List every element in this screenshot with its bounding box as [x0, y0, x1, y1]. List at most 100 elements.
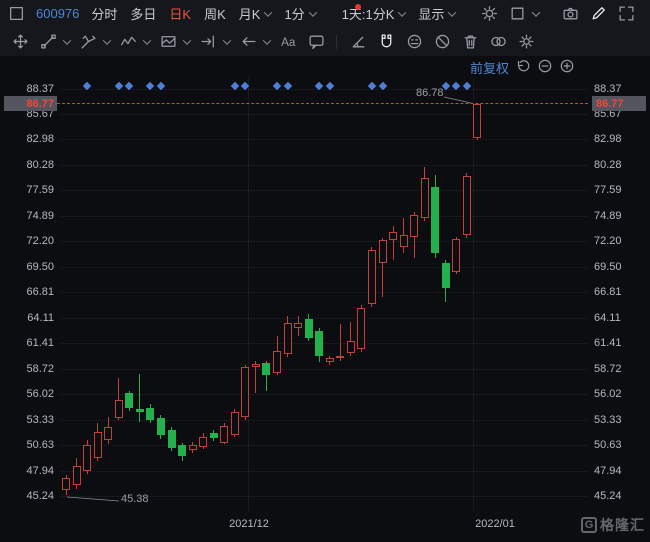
candle-body [73, 466, 81, 485]
candle-body [83, 445, 91, 471]
candle-body [115, 400, 123, 418]
y-axis-tick-right: 61.41 [594, 337, 646, 349]
y-axis-tick-right: 74.89 [594, 210, 646, 222]
candle-body [157, 418, 165, 435]
y-axis-tick-left: 64.11 [2, 312, 54, 324]
y-axis-tick-right: 50.63 [594, 439, 646, 451]
candle-body [94, 432, 102, 458]
h-gridline [60, 89, 587, 90]
candle-body [357, 308, 365, 349]
h-gridline [60, 471, 587, 472]
candle-body [262, 363, 270, 375]
y-axis-tick-left: 56.02 [2, 388, 54, 400]
watermark: G 格隆汇 [581, 515, 645, 535]
candle-body [104, 427, 112, 439]
current-price-badge-left: 86.77 [4, 96, 57, 111]
last-price-line [57, 103, 588, 104]
h-gridline [60, 318, 587, 319]
candle-body [315, 331, 323, 356]
y-axis-tick-left: 53.33 [2, 414, 54, 426]
y-axis-tick-left: 50.63 [2, 439, 54, 451]
y-axis-tick-right: 69.50 [594, 261, 646, 273]
y-axis-tick-right: 58.72 [594, 363, 646, 375]
candle-body [305, 319, 313, 338]
candle-body [168, 430, 176, 448]
h-gridline [60, 445, 587, 446]
candle-body [231, 412, 239, 435]
candle-body [189, 445, 197, 450]
candle-body [410, 215, 418, 237]
h-gridline [60, 114, 587, 115]
candle-body [220, 426, 228, 443]
x-axis-label-dec: 2021/12 [219, 518, 279, 530]
h-gridline [60, 216, 587, 217]
y-axis-tick-left: 69.50 [2, 261, 54, 273]
candle-body [336, 356, 344, 359]
candle-body [294, 323, 302, 329]
y-axis-tick-left: 80.28 [2, 159, 54, 171]
watermark-brand: 格隆汇 [600, 515, 645, 535]
y-axis-tick-left: 82.98 [2, 133, 54, 145]
candle-body [326, 358, 334, 362]
y-axis-tick-left: 74.89 [2, 210, 54, 222]
candle-body [400, 235, 408, 247]
watermark-logo: G [581, 517, 597, 533]
y-axis-tick-right: 77.59 [594, 184, 646, 196]
candle-body [125, 393, 133, 407]
high-price-annotation: 86.78 [416, 87, 444, 99]
chart-window: 600976 分时 多日 日K 周K 月K 1分 1天:1分K 显示 VS F1… [0, 0, 650, 542]
candle-body [136, 409, 144, 413]
candle-body [473, 104, 481, 139]
candle-body [199, 437, 207, 447]
y-axis-tick-right: 56.02 [594, 388, 646, 400]
y-axis-tick-right: 88.37 [594, 83, 646, 95]
y-axis-tick-right: 53.33 [594, 414, 646, 426]
candle-body [252, 364, 260, 367]
y-axis-tick-right: 66.81 [594, 286, 646, 298]
candle-body [210, 433, 218, 438]
y-axis-tick-right: 80.28 [594, 159, 646, 171]
plot-area[interactable]: 88.3788.3785.6785.6782.9882.9880.2880.28… [0, 0, 650, 542]
y-axis-tick-left: 66.81 [2, 286, 54, 298]
v-gridline [473, 78, 474, 512]
x-axis-label-jan: 2022/01 [465, 518, 525, 530]
candle-body [452, 239, 460, 271]
v-gridline [248, 78, 249, 512]
y-axis-tick-right: 72.20 [594, 235, 646, 247]
y-axis-tick-right: 82.98 [594, 133, 646, 145]
y-axis-tick-left: 58.72 [2, 363, 54, 375]
low-price-annotation: 45.38 [121, 493, 149, 505]
h-gridline [60, 369, 587, 370]
current-price-badge-right: 86.77 [592, 96, 646, 111]
y-axis-tick-left: 47.94 [2, 465, 54, 477]
candle-body [347, 341, 355, 353]
h-gridline [60, 139, 587, 140]
y-axis-tick-right: 47.94 [594, 465, 646, 477]
candle-wick [139, 374, 140, 422]
candle-body [463, 176, 471, 235]
y-axis-tick-left: 61.41 [2, 337, 54, 349]
y-axis-tick-right: 45.24 [594, 490, 646, 502]
candle-body [178, 445, 186, 455]
candle-body [368, 250, 376, 304]
candle-body [146, 408, 154, 420]
h-gridline [60, 165, 587, 166]
candle-body [431, 187, 439, 252]
candle-body [241, 367, 249, 417]
candle-body [273, 351, 281, 373]
h-gridline [60, 292, 587, 293]
h-gridline [60, 241, 587, 242]
h-gridline [60, 343, 587, 344]
candle-body [442, 263, 450, 288]
y-axis-tick-left: 88.37 [2, 83, 54, 95]
candle-body [421, 178, 429, 218]
y-axis-tick-left: 72.20 [2, 235, 54, 247]
y-axis-tick-left: 77.59 [2, 184, 54, 196]
candle-body [62, 478, 70, 490]
h-gridline [60, 267, 587, 268]
y-axis-tick-left: 45.24 [2, 490, 54, 502]
h-gridline [60, 190, 587, 191]
candle-body [389, 232, 397, 241]
candle-body [379, 240, 387, 263]
candle-body [284, 323, 292, 354]
